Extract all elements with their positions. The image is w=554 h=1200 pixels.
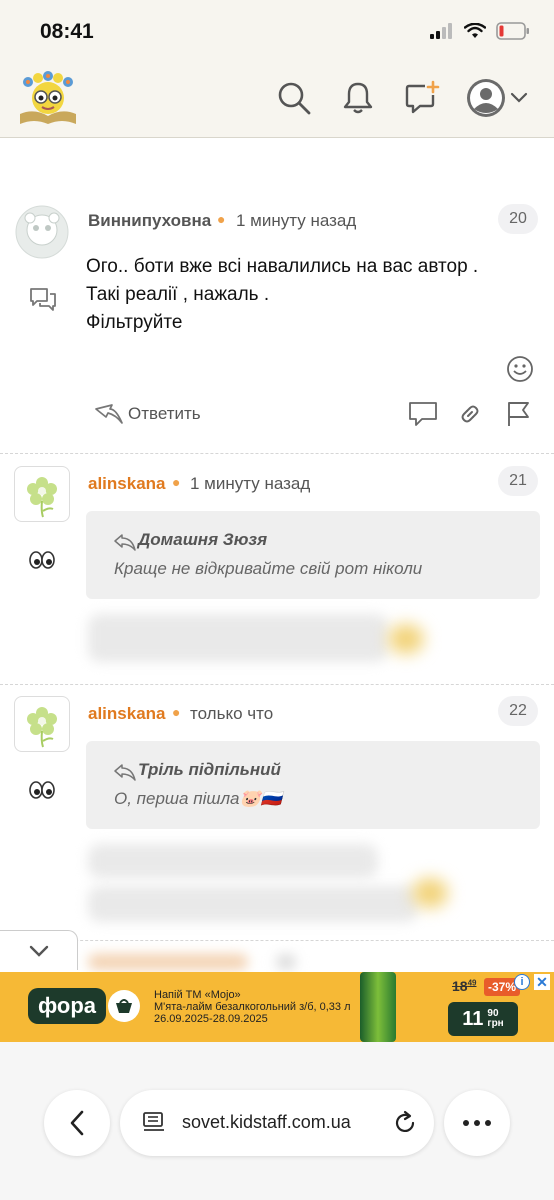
comment-divider [0, 684, 554, 685]
comment-timestamp: только что [190, 704, 274, 723]
ad-price: 11 90 грн [448, 1002, 518, 1036]
ad-banner[interactable]: фора Напій ТМ «Mojo» М'ята-лайм безалког… [0, 972, 554, 1042]
search-icon[interactable] [274, 78, 314, 118]
comment-line: Фільтруйте [86, 312, 183, 333]
chevron-down-icon [29, 945, 48, 957]
avatar[interactable] [14, 466, 70, 522]
avatar[interactable] [14, 696, 70, 752]
next-comment-icon-partial [276, 954, 296, 970]
comment-timestamp: 1 минуту назад [236, 211, 357, 230]
cellular-signal-icon [430, 23, 452, 39]
reply-arrow-icon [113, 764, 137, 787]
ad-old-price: 1849 [452, 978, 477, 994]
product-can-image [360, 972, 396, 1042]
chat-bubbles-icon [28, 286, 58, 317]
quoted-reply[interactable]: Тріль підпільний О, перша пішла🐷🇷🇺 [86, 741, 540, 829]
reply-icon[interactable] [94, 403, 124, 430]
comment-timestamp: 1 минуту назад [190, 474, 311, 493]
reply-button[interactable]: Ответить [128, 404, 201, 424]
ad-line: Напій ТМ «Mojo» [154, 989, 241, 1001]
comment-author[interactable]: alinskana [88, 474, 166, 494]
collapse-toggle[interactable] [0, 930, 78, 970]
comment-number[interactable]: 21 [498, 466, 538, 496]
comment-author[interactable]: alinskana [88, 704, 166, 724]
battery-icon [496, 22, 529, 40]
quote-text: Краще не відкривайте свій рот ніколи [114, 559, 423, 578]
status-icons [430, 22, 530, 40]
quote-text: О, перша пішла🐷🇷🇺 [114, 789, 282, 808]
separator-dot: ● [172, 474, 181, 490]
comment-line: Такі реалії , нажаль . [86, 284, 270, 305]
eyes-emoji-icon [28, 780, 56, 805]
flag-icon[interactable] [506, 400, 532, 433]
comment-number[interactable]: 22 [498, 696, 538, 726]
reload-icon[interactable] [392, 1110, 418, 1141]
clock: 08:41 [40, 20, 94, 43]
comment-divider [0, 453, 554, 454]
blurred-emoji [412, 878, 448, 908]
quote-author[interactable]: Домашня Зюзя [138, 530, 267, 550]
ad-brand-logo: фора [28, 988, 106, 1024]
ad-info-icon[interactable]: i [514, 974, 530, 990]
site-logo[interactable] [16, 70, 80, 126]
comment-divider [0, 940, 554, 941]
separator-dot: ● [217, 211, 226, 227]
ad-close-icon[interactable]: ✕ [534, 974, 550, 990]
blurred-emoji [388, 624, 424, 654]
emoji-reaction-icon[interactable] [506, 355, 534, 388]
ad-description: Напій ТМ «Mojo» М'ята-лайм безалкогольни… [154, 989, 354, 1025]
address-bar[interactable]: sovet.kidstaff.com.ua [120, 1090, 434, 1156]
reply-arrow-icon [113, 534, 137, 557]
more-options-button[interactable] [444, 1090, 510, 1156]
blurred-comment-text [88, 886, 418, 922]
comment-body: Ого.. боти вже всі навалились на вас авт… [86, 253, 478, 337]
separator-dot: ● [172, 704, 181, 720]
comment-line: Ого.. боти вже всі навалились на вас авт… [86, 256, 479, 277]
bell-icon[interactable] [338, 78, 378, 118]
quoted-reply[interactable]: Домашня Зюзя Краще не відкривайте свій р… [86, 511, 540, 599]
next-comment-author-partial [88, 954, 248, 970]
chevron-down-icon[interactable] [506, 78, 532, 118]
browser-toolbar: sovet.kidstaff.com.ua [0, 1042, 554, 1200]
ellipsis-icon [463, 1120, 491, 1126]
link-icon[interactable] [458, 402, 482, 431]
avatar[interactable] [14, 204, 70, 260]
ad-line: М'ята-лайм безалкогольний з/б, 0,33 л [154, 1001, 351, 1013]
comment-author[interactable]: Виннипуховна [88, 211, 211, 231]
comment-item: alinskana ● только что 22 Тріль підпільн… [0, 694, 554, 940]
page-menu-icon[interactable] [142, 1110, 166, 1139]
comment-number[interactable]: 20 [498, 204, 538, 234]
eyes-emoji-icon [28, 550, 56, 575]
comment-icon[interactable] [408, 400, 438, 433]
url-text[interactable]: sovet.kidstaff.com.ua [182, 1112, 351, 1133]
ad-line: 26.09.2025-28.09.2025 [154, 1013, 268, 1025]
profile-avatar-icon[interactable] [464, 76, 508, 120]
status-bar: 08:41 [0, 0, 554, 62]
wifi-icon [464, 23, 486, 38]
cart-icon [108, 990, 140, 1022]
new-message-icon[interactable] [402, 78, 442, 118]
back-button[interactable] [44, 1090, 110, 1156]
blurred-comment-text [88, 614, 388, 662]
comment-item: alinskana ● 1 минуту назад 21 Домашня Зю… [0, 464, 554, 684]
comment-item: Виннипуховна ● 1 минуту назад 20 Ого.. б… [0, 200, 554, 454]
site-header [0, 62, 554, 138]
blurred-comment-text [88, 844, 378, 878]
chevron-left-icon [70, 1110, 84, 1136]
quote-author[interactable]: Тріль підпільний [138, 760, 281, 780]
